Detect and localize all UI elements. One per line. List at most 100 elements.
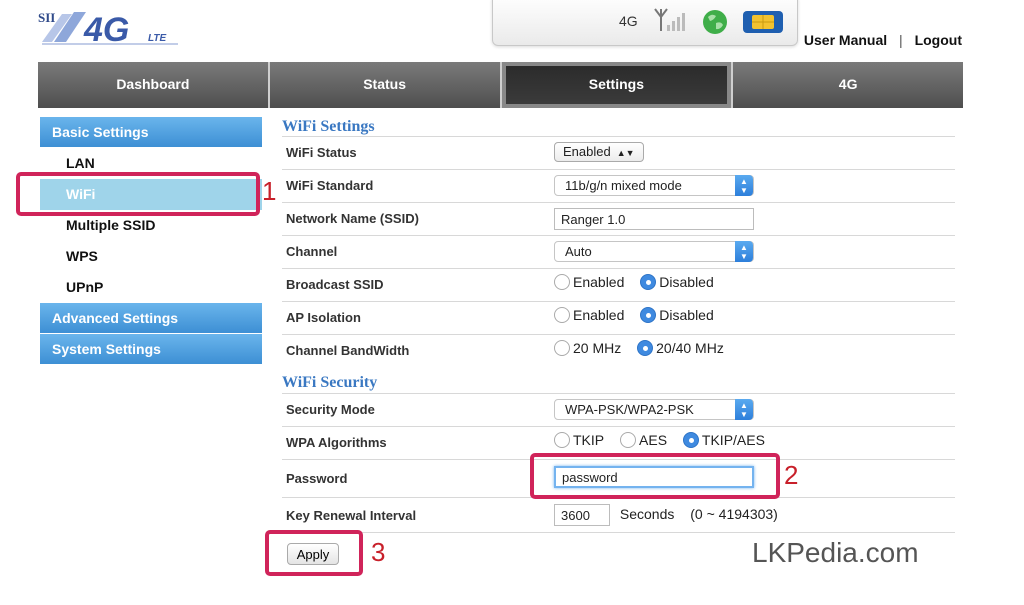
password-label: Password: [286, 471, 348, 486]
option-label: Enabled: [573, 274, 625, 290]
callout-number-3: 3: [371, 537, 386, 567]
sidebar: Basic Settings LAN WiFi Multiple SSID WP…: [40, 117, 262, 365]
bandwidth-radios: 20 MHz 20/40 MHz: [554, 340, 736, 356]
callout-number-1: 1: [262, 176, 277, 206]
option-label: Disabled: [659, 307, 714, 323]
channel-select[interactable]: Auto ▲ ▼: [554, 241, 754, 262]
channel-value: Auto: [565, 244, 592, 259]
security-mode-label: Security Mode: [286, 402, 375, 417]
wifi-security-title: WiFi Security: [282, 374, 378, 391]
brand-logo-graphic: SII 4G LTE: [38, 10, 178, 49]
key-renewal-unit: Seconds: [619, 505, 675, 522]
option-label: Disabled: [659, 274, 714, 290]
broadcast-ssid-label: Broadcast SSID: [286, 277, 384, 292]
ssid-row: Network Name (SSID): [282, 202, 955, 235]
algorithm-tkip-option[interactable]: TKIP: [554, 432, 604, 448]
ap-isolation-radios: Enabled Disabled: [554, 307, 726, 323]
svg-text:LTE: LTE: [148, 33, 166, 44]
brand-logo: SII 4G LTE: [38, 8, 198, 49]
wifi-status-select[interactable]: Enabled ▲▼: [554, 142, 644, 162]
radio-off-icon: [554, 432, 570, 448]
svg-text:SII: SII: [38, 10, 55, 25]
key-renewal-range: (0 ~ 4194303): [690, 505, 778, 522]
wifi-settings-title: WiFi Settings: [282, 118, 375, 135]
svg-text:4G: 4G: [83, 11, 129, 48]
dropdown-arrows-icon: ▲ ▼: [735, 399, 753, 420]
tab-status[interactable]: Status: [269, 62, 502, 108]
dropdown-arrows-icon: ▲ ▼: [735, 241, 753, 262]
bandwidth-20-40-option[interactable]: 20/40 MHz: [637, 340, 724, 356]
ap-isolation-label: AP Isolation: [286, 310, 361, 325]
logout-link[interactable]: Logout: [915, 32, 962, 48]
sidebar-item-wps[interactable]: WPS: [40, 241, 262, 272]
updown-arrow-icon: ▲▼: [616, 148, 635, 158]
option-label: 20/40 MHz: [656, 340, 724, 356]
radio-on-icon: [640, 274, 657, 290]
bandwidth-20-option[interactable]: 20 MHz: [554, 340, 621, 356]
tab-settings[interactable]: Settings: [501, 62, 734, 108]
bandwidth-label: Channel BandWidth: [286, 343, 410, 358]
top-links: User Manual | Logout: [804, 32, 962, 48]
broadcast-ssid-row: Broadcast SSID Enabled Disabled: [282, 268, 955, 301]
key-renewal-input[interactable]: [554, 504, 610, 526]
sidebar-item-upnp[interactable]: UPnP: [40, 272, 262, 303]
key-renewal-label: Key Renewal Interval: [286, 508, 417, 523]
watermark: LKPedia.com: [752, 537, 919, 568]
sidebar-group-basic-settings[interactable]: Basic Settings: [40, 117, 262, 148]
wifi-standard-label: WiFi Standard: [286, 178, 374, 193]
wifi-standard-value: 11b/g/n mixed mode: [565, 178, 682, 193]
tab-dashboard[interactable]: Dashboard: [38, 62, 270, 108]
ssid-label: Network Name (SSID): [286, 211, 419, 226]
broadcast-enabled-option[interactable]: Enabled: [554, 274, 624, 290]
option-label: 20 MHz: [573, 340, 622, 356]
sidebar-group-advanced-settings[interactable]: Advanced Settings: [40, 303, 262, 334]
ap-isolation-enabled-option[interactable]: Enabled: [554, 307, 624, 323]
bandwidth-row: Channel BandWidth 20 MHz 20/40 MHz: [282, 334, 955, 367]
callout-box-apply: [265, 530, 363, 576]
sidebar-group-system-settings[interactable]: System Settings: [40, 334, 262, 365]
broadcast-disabled-option[interactable]: Disabled: [640, 274, 714, 290]
internet-connected-icon: [702, 9, 728, 40]
wpa-algorithms-radios: TKIP AES TKIP/AES: [554, 432, 777, 448]
option-label: TKIP: [573, 432, 605, 448]
option-label: Enabled: [573, 307, 625, 323]
security-mode-value: WPA-PSK/WPA2-PSK: [565, 402, 694, 417]
radio-off-icon: [554, 274, 570, 290]
user-manual-link[interactable]: User Manual: [804, 32, 887, 48]
dropdown-arrows-icon: ▲ ▼: [735, 175, 753, 196]
ap-isolation-row: AP Isolation Enabled Disabled: [282, 301, 955, 334]
tab-4g[interactable]: 4G: [733, 62, 963, 108]
main-nav: Dashboard Status Settings 4G: [38, 62, 963, 108]
link-separator: |: [899, 32, 903, 48]
sim-card-icon: [742, 10, 784, 39]
wifi-status-row: WiFi Status Enabled ▲▼: [282, 136, 955, 169]
radio-off-icon: [554, 340, 570, 356]
callout-box-wifi: [16, 172, 260, 216]
algorithm-tkip-aes-option[interactable]: TKIP/AES: [682, 432, 765, 448]
wpa-algorithms-label: WPA Algorithms: [286, 435, 387, 450]
channel-label: Channel: [286, 244, 338, 259]
wifi-standard-row: WiFi Standard 11b/g/n mixed mode ▲ ▼: [282, 169, 955, 202]
radio-off-icon: [620, 432, 637, 448]
key-renewal-control: Seconds (0 ~ 4194303): [554, 504, 778, 526]
radio-off-icon: [554, 307, 570, 323]
channel-row: Channel Auto ▲ ▼: [282, 235, 955, 268]
option-label: AES: [639, 432, 668, 448]
algorithm-aes-option[interactable]: AES: [620, 432, 667, 448]
network-type-label: 4G: [619, 13, 638, 29]
key-renewal-row: Key Renewal Interval Seconds (0 ~ 419430…: [282, 497, 955, 533]
radio-on-icon: [682, 432, 699, 448]
radio-on-icon: [640, 307, 657, 323]
wifi-status-value: Enabled: [563, 144, 611, 159]
broadcast-ssid-radios: Enabled Disabled: [554, 274, 726, 290]
wifi-standard-select[interactable]: 11b/g/n mixed mode ▲ ▼: [554, 175, 754, 196]
wifi-status-label: WiFi Status: [286, 145, 357, 160]
security-mode-select[interactable]: WPA-PSK/WPA2-PSK ▲ ▼: [554, 399, 754, 420]
ssid-input[interactable]: [554, 208, 754, 230]
callout-box-password: [530, 453, 780, 499]
option-label: TKIP/AES: [701, 432, 765, 448]
callout-number-2: 2: [784, 460, 799, 490]
signal-strength-icon: [653, 7, 689, 40]
security-mode-row: Security Mode WPA-PSK/WPA2-PSK ▲ ▼: [282, 393, 955, 426]
ap-isolation-disabled-option[interactable]: Disabled: [640, 307, 714, 323]
